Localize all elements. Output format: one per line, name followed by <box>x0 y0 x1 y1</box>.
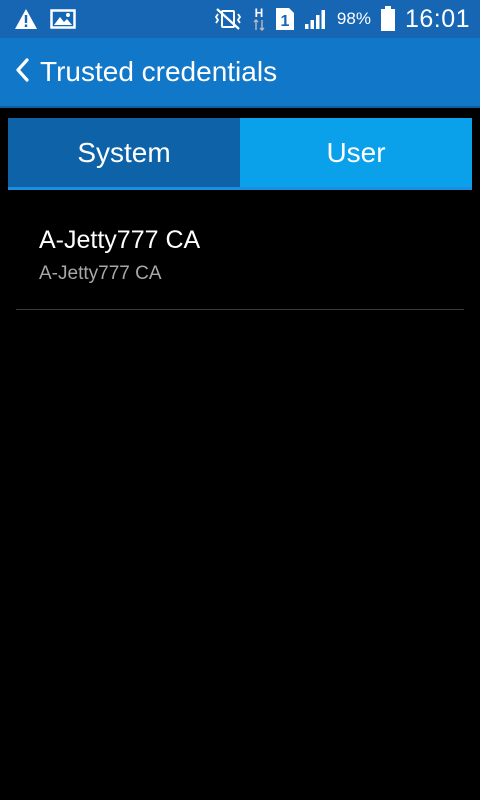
credential-title: A-Jetty777 CA <box>39 226 201 254</box>
battery-percent: 98% <box>336 9 371 28</box>
credential-subtitle: A-Jetty777 CA <box>39 263 162 284</box>
battery-icon <box>380 6 396 32</box>
action-bar: Trusted credentials <box>0 38 480 108</box>
tab-system[interactable]: System <box>8 118 240 187</box>
chevron-left-icon <box>14 57 30 88</box>
signal-icon <box>304 8 328 30</box>
svg-text:H: H <box>255 6 264 20</box>
data-h-icon: H <box>252 6 266 32</box>
credentials-list: A-Jetty777 CA A-Jetty777 CA <box>16 200 464 310</box>
status-bar: H 1 98% 16:01 <box>0 0 480 38</box>
list-item[interactable]: A-Jetty777 CA A-Jetty777 CA <box>16 200 464 310</box>
sim-1-icon: 1 <box>275 7 295 31</box>
clock: 16:01 <box>404 4 470 33</box>
mute-vibrate-icon <box>213 8 243 30</box>
back-button[interactable] <box>0 38 40 106</box>
warning-icon <box>14 8 38 30</box>
image-icon <box>50 8 76 30</box>
page-title: Trusted credentials <box>40 56 278 87</box>
svg-text:1: 1 <box>280 13 289 30</box>
tab-bar: System User <box>8 118 472 190</box>
tab-user[interactable]: User <box>240 118 472 187</box>
